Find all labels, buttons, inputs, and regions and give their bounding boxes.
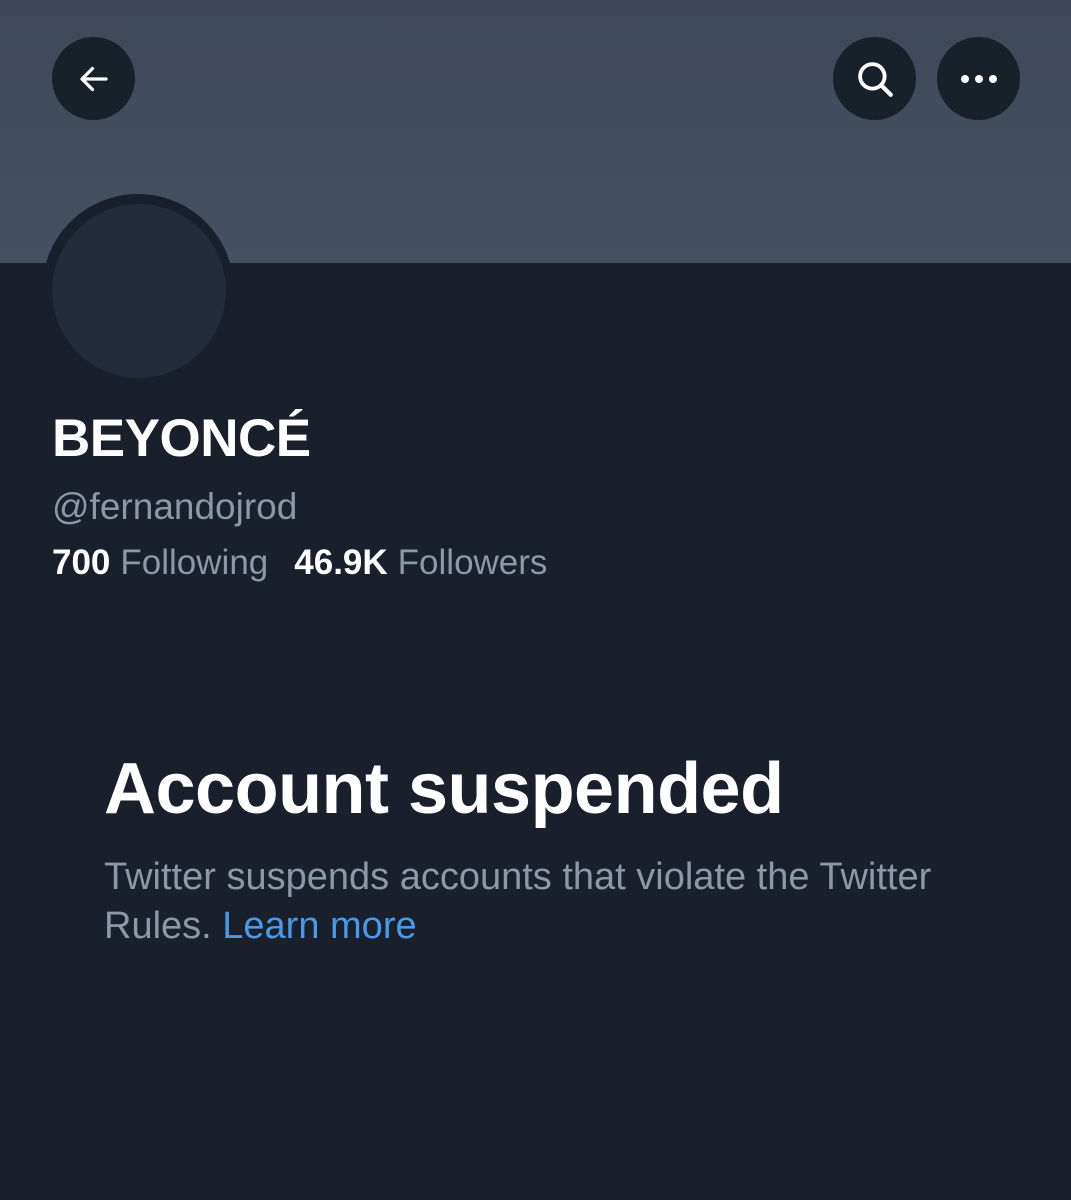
followers-count: 46.9K	[294, 543, 388, 582]
arrow-left-icon	[79, 66, 108, 91]
back-button[interactable]	[52, 37, 135, 120]
search-button[interactable]	[833, 37, 916, 120]
follow-stats: 700 Following 46.9K Followers	[52, 541, 547, 585]
suspended-title: Account suspended	[104, 749, 784, 829]
learn-more-link[interactable]: Learn more	[222, 905, 416, 947]
more-options-button[interactable]	[937, 37, 1020, 120]
following-link[interactable]: 700 Following	[52, 541, 268, 585]
following-count: 700	[52, 543, 111, 582]
avatar[interactable]	[52, 204, 226, 378]
more-horizontal-icon	[960, 74, 997, 83]
following-label: Following	[120, 543, 269, 582]
followers-link[interactable]: 46.9K Followers	[294, 541, 547, 585]
suspended-description: Twitter suspends accounts that violate t…	[104, 853, 934, 951]
search-icon	[857, 61, 893, 97]
profile-page: BEYONCÉ @fernandojrod 700 Following 46.9…	[0, 0, 1071, 1200]
followers-label: Followers	[397, 543, 548, 582]
user-handle: @fernandojrod	[52, 486, 298, 527]
display-name: BEYONCÉ	[52, 409, 311, 468]
